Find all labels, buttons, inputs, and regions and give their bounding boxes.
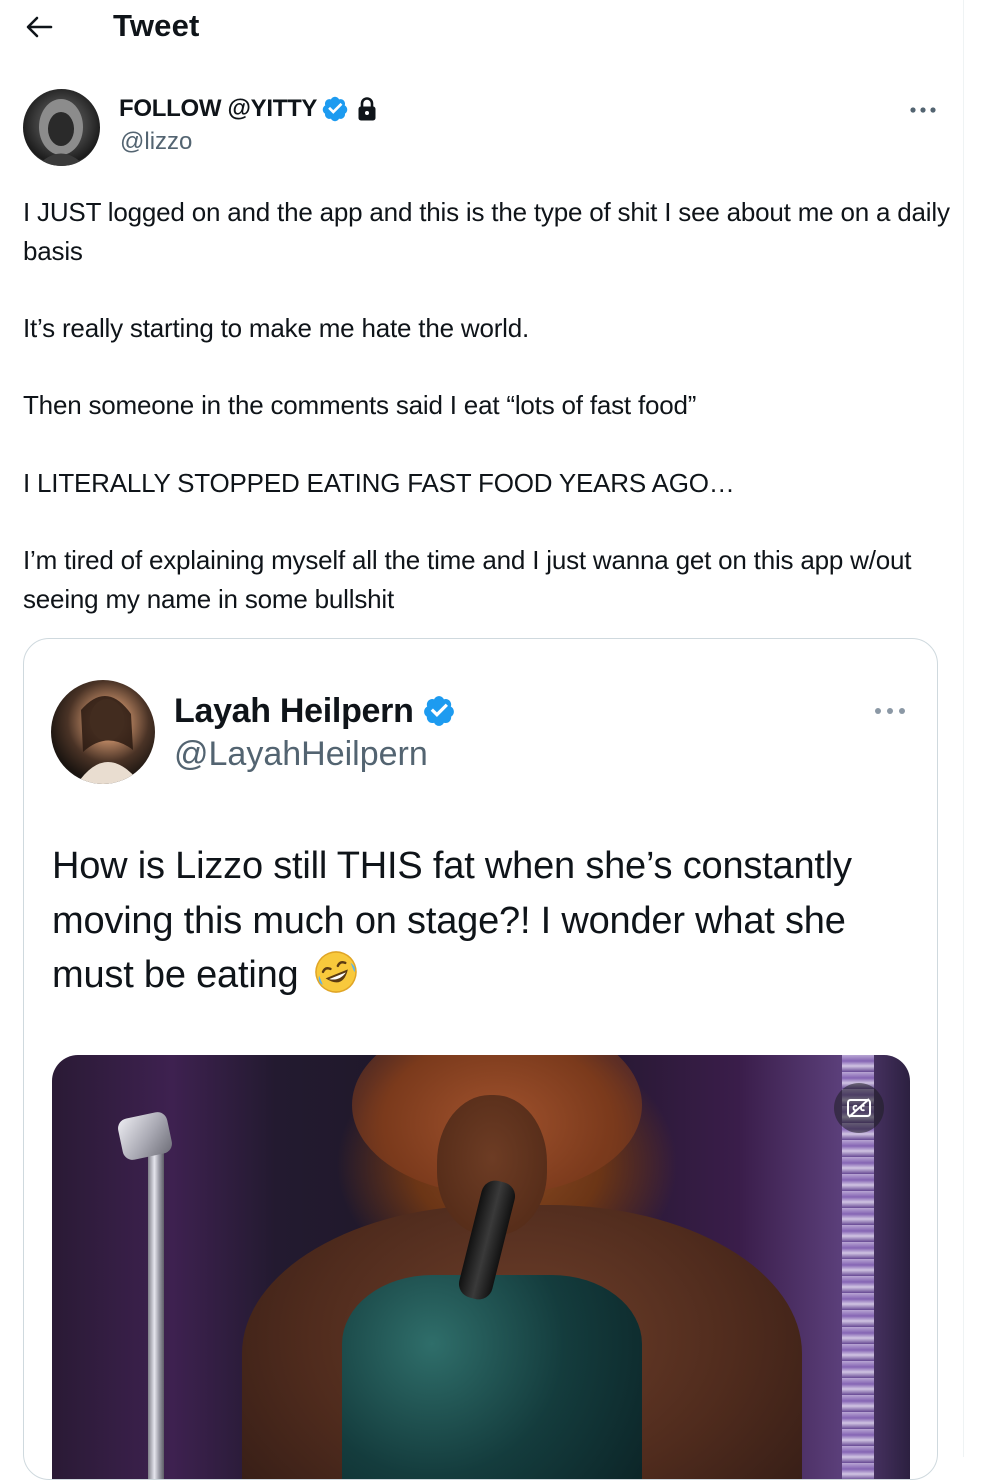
- page-title: Tweet: [113, 8, 200, 43]
- back-button[interactable]: [22, 10, 56, 44]
- quoted-author-name[interactable]: Layah Heilpern: [174, 692, 414, 731]
- quoted-author-handle[interactable]: @LayahHeilpern: [174, 735, 428, 774]
- captions-toggle-button[interactable]: [834, 1083, 884, 1133]
- video-frame-detail: [342, 1275, 642, 1479]
- avatar-image: [77, 695, 141, 784]
- arrow-left-icon: [26, 16, 53, 38]
- more-horizontal-icon: [875, 708, 905, 714]
- quoted-tweet-text: How is Lizzo still THIS fat when she’s c…: [52, 839, 922, 1003]
- rolling-on-floor-laughing-emoji: [313, 949, 359, 995]
- author-name-row: FOLLOW @YITTY: [119, 94, 379, 124]
- more-horizontal-icon: [910, 107, 936, 113]
- captions-off-icon: [847, 1098, 871, 1118]
- page-header: Tweet: [0, 0, 963, 60]
- quoted-more-options-button[interactable]: [870, 699, 910, 723]
- quoted-author-avatar[interactable]: [51, 680, 155, 784]
- tweet-paragraph: I’m tired of explaining myself all the t…: [23, 545, 912, 614]
- tweet-paragraph: I JUST logged on and the app and this is…: [23, 197, 950, 266]
- author-avatar[interactable]: [23, 89, 100, 166]
- quoted-tweet-card[interactable]: Layah Heilpern @LayahHeilpern How is Liz…: [23, 638, 938, 1480]
- tweet-text: I JUST logged on and the app and this is…: [23, 193, 953, 619]
- column-divider: [963, 0, 964, 1457]
- verified-badge-icon: [321, 95, 349, 123]
- lock-icon: [355, 96, 379, 122]
- video-frame-detail: [148, 1150, 164, 1479]
- verified-badge-icon: [422, 694, 456, 728]
- quoted-author-name-row: Layah Heilpern: [174, 691, 456, 731]
- tweet-paragraph: Then someone in the comments said I eat …: [23, 390, 697, 421]
- author-name[interactable]: FOLLOW @YITTY: [119, 95, 317, 123]
- tweet-paragraph: It’s really starting to make me hate the…: [23, 313, 530, 344]
- more-options-button[interactable]: [906, 96, 940, 124]
- quoted-tweet-text-content: How is Lizzo still THIS fat when she’s c…: [52, 845, 852, 996]
- quoted-tweet-video[interactable]: [52, 1055, 910, 1479]
- tweet-paragraph: I LITERALLY STOPPED EATING FAST FOOD YEA…: [23, 467, 735, 498]
- author-handle[interactable]: @lizzo: [120, 128, 192, 156]
- video-frame-detail: [116, 1110, 174, 1162]
- avatar-image: [37, 99, 85, 166]
